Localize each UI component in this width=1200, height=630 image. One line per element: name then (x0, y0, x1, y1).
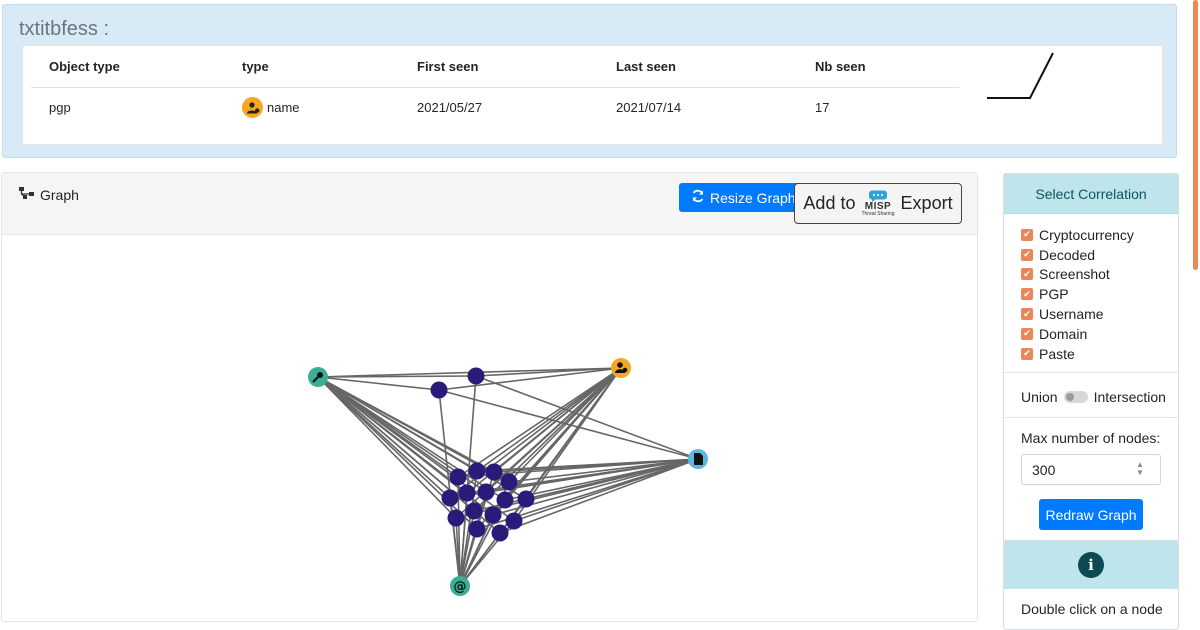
divider (1004, 372, 1178, 373)
info-text: Double click on a node (1021, 601, 1163, 617)
union-intersection-toggle[interactable] (1063, 391, 1088, 403)
sparkline-chart (987, 52, 1054, 99)
graph-panel: Graph Resize Graph Add to MISP Threat Sh… (1, 172, 978, 622)
graph-node[interactable] (441, 489, 459, 507)
graph-edge (317, 376, 478, 530)
graph-edge (438, 389, 699, 460)
graph-node[interactable] (458, 484, 476, 502)
graph-edge (317, 376, 457, 519)
checkbox-checked-icon[interactable]: ✔ (1021, 308, 1033, 321)
page-scrollbar[interactable] (1193, 0, 1198, 270)
object-card: txtitbfess : Object type type First seen… (2, 4, 1177, 158)
table-header-row: Object type type First seen Last seen Nb… (31, 46, 959, 88)
option-label: Decoded (1039, 246, 1096, 263)
info-panel: i Double click on a node (1003, 540, 1179, 630)
graph-node[interactable] (447, 509, 465, 527)
graph-node[interactable] (496, 491, 514, 509)
object-table: Object type type First seen Last seen Nb… (31, 46, 959, 128)
graph-edge (317, 376, 506, 501)
graph-node[interactable] (505, 512, 523, 530)
object-info-panel: Object type type First seen Last seen Nb… (22, 45, 1163, 145)
user-icon[interactable] (611, 358, 631, 378)
refresh-icon (691, 189, 705, 206)
at-icon[interactable]: @ (450, 576, 470, 596)
option-label: Screenshot (1039, 266, 1110, 283)
resize-graph-button[interactable]: Resize Graph (679, 183, 808, 212)
graph-node[interactable] (517, 490, 535, 508)
spinner-arrows-icon[interactable]: ▲ ▼ (1136, 461, 1144, 477)
cell-last-seen: 2021/07/14 (616, 100, 682, 116)
option-label: Cryptocurrency (1039, 226, 1134, 243)
file-icon[interactable] (688, 449, 708, 469)
union-label: Union (1021, 389, 1058, 405)
graph-node[interactable] (485, 463, 503, 481)
option-label: Domain (1039, 325, 1088, 342)
checkbox-checked-icon[interactable]: ✔ (1021, 248, 1033, 261)
object-title: txtitbfess : (19, 18, 110, 40)
graph-node[interactable] (468, 462, 486, 480)
divider (1004, 417, 1178, 418)
graph-node[interactable] (449, 468, 467, 486)
resize-graph-label: Resize Graph (710, 189, 796, 206)
info-icon: i (1078, 552, 1104, 578)
option-label: PGP (1039, 286, 1069, 303)
column-header-type: type (224, 46, 399, 88)
column-header-nb-seen: Nb seen (797, 46, 959, 88)
max-nodes-label: Max number of nodes: (1021, 430, 1161, 446)
graph-node[interactable] (484, 506, 502, 524)
graph-node[interactable] (430, 381, 448, 399)
cell-type-label: name (267, 100, 300, 116)
correlation-panel: Select Correlation ✔ Cryptocurrency ✔ Deco… (1003, 173, 1179, 543)
correlation-graph[interactable]: @ (2, 235, 977, 625)
option-decoded[interactable]: ✔ Decoded (1021, 245, 1178, 265)
column-header-first-seen: First seen (399, 46, 598, 88)
misp-export-button[interactable]: Add to MISP Threat Sharing Export (794, 183, 962, 224)
redraw-graph-button[interactable]: Redraw Graph (1039, 499, 1143, 530)
cell-nb-seen: 17 (815, 100, 830, 116)
graph-edge (317, 376, 527, 500)
checkbox-checked-icon[interactable]: ✔ (1021, 268, 1033, 281)
option-username[interactable]: ✔ Username (1021, 304, 1178, 324)
table-row: pgp name 2021/05/27 2021/07/14 17 (31, 87, 959, 128)
checkbox-checked-icon[interactable]: ✔ (1021, 228, 1033, 241)
cell-type: name (224, 87, 399, 128)
graph-node[interactable] (500, 473, 518, 491)
option-screenshot[interactable]: ✔ Screenshot (1021, 265, 1178, 285)
column-header-object-type: Object type (31, 46, 224, 88)
cell-object-type: pgp (49, 100, 71, 116)
misp-logo-subtext: Threat Sharing (861, 211, 895, 217)
checkbox-checked-icon[interactable]: ✔ (1021, 288, 1033, 301)
graph-node[interactable] (465, 502, 483, 520)
misp-logo: MISP Threat Sharing (861, 190, 895, 217)
export-prefix-label: Add to (803, 193, 856, 213)
option-pgp[interactable]: ✔ PGP (1021, 284, 1178, 304)
info-panel-header: i (1004, 541, 1178, 589)
key-icon[interactable] (308, 367, 328, 387)
svg-text:@: @ (454, 580, 467, 595)
graph-node[interactable] (477, 483, 495, 501)
network-icon (18, 186, 36, 203)
graph-node[interactable] (491, 524, 509, 542)
graph-node[interactable] (467, 367, 485, 385)
option-domain[interactable]: ✔ Domain (1021, 324, 1178, 344)
correlation-panel-header: Select Correlation (1004, 174, 1178, 214)
graph-node[interactable] (468, 520, 486, 538)
option-paste[interactable]: ✔ Paste (1021, 344, 1178, 364)
graph-title: Graph (18, 186, 79, 203)
option-cryptocurrency[interactable]: ✔ Cryptocurrency (1021, 225, 1178, 245)
correlation-options: ✔ Cryptocurrency ✔ Decoded ✔ Screenshot ✔ PG… (1004, 214, 1178, 364)
intersection-label: Intersection (1093, 389, 1166, 405)
option-label: Username (1039, 306, 1104, 323)
cell-first-seen: 2021/05/27 (417, 100, 483, 116)
column-header-last-seen: Last seen (598, 46, 797, 88)
checkbox-checked-icon[interactable]: ✔ (1021, 327, 1033, 340)
checkbox-checked-icon[interactable]: ✔ (1021, 347, 1033, 360)
user-icon (242, 97, 263, 119)
option-label: Paste (1039, 345, 1075, 362)
graph-title-label: Graph (40, 186, 79, 203)
graph-panel-header: Graph Resize Graph Add to MISP Threat Sh… (2, 173, 977, 235)
union-intersection-switch: Union Intersection (1021, 389, 1166, 405)
export-suffix-label: Export (900, 193, 953, 213)
